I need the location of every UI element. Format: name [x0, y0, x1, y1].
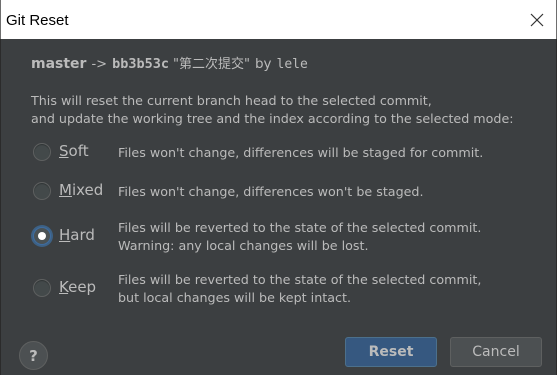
description-line-2: and update the working tree and the inde…	[31, 111, 514, 126]
help-button[interactable]: ?	[19, 341, 48, 370]
option-soft-description: Files won't change, differences will be …	[118, 145, 484, 160]
option-keep[interactable]: Keep Files will be reverted to the state…	[31, 272, 551, 312]
dialog-content: master -> bb3b53c "第二次提交" by lele This w…	[0, 39, 557, 375]
option-mixed-description: Files won't change, differences won't be…	[118, 184, 424, 199]
title-bar: Git Reset	[0, 0, 557, 39]
option-keep-mnemonic: K	[59, 278, 69, 296]
reset-button[interactable]: Reset	[345, 337, 437, 367]
option-hard-label[interactable]: Hard	[59, 226, 95, 244]
dialog-title: Git Reset	[6, 12, 69, 29]
option-hard-label-rest: ard	[70, 226, 95, 244]
option-soft-label-rest: oft	[68, 142, 89, 160]
commit-message: "第二次提交"	[172, 57, 250, 72]
option-soft-label[interactable]: Soft	[59, 142, 89, 160]
option-hard-description-line-2: Warning: any local changes will be lost.	[118, 238, 369, 253]
option-hard-description: Files will be reverted to the state of t…	[118, 219, 481, 255]
close-icon	[530, 13, 544, 27]
radio-hard[interactable]	[33, 227, 51, 245]
close-button[interactable]	[526, 9, 548, 31]
cancel-button[interactable]: Cancel	[450, 337, 542, 367]
radio-keep[interactable]	[33, 279, 51, 297]
option-keep-description-line-2: but local changes will be kept intact.	[118, 290, 351, 305]
option-keep-label-rest: eep	[68, 278, 97, 296]
arrow-text: ->	[91, 57, 108, 72]
option-keep-description: Files will be reverted to the state of t…	[118, 271, 481, 307]
option-mixed-label[interactable]: Mixed	[59, 181, 103, 199]
option-hard-description-line-1: Files will be reverted to the state of t…	[118, 220, 482, 235]
option-soft-mnemonic: S	[59, 142, 69, 160]
description-line-1: This will reset the current branch head …	[31, 93, 432, 108]
reset-description: This will reset the current branch head …	[31, 92, 551, 128]
option-hard-mnemonic: H	[59, 226, 71, 244]
option-soft[interactable]: Soft Files won't change, differences wil…	[31, 142, 551, 182]
option-mixed-label-rest: ixed	[71, 181, 104, 199]
option-mixed-mnemonic: M	[59, 181, 72, 199]
commit-hash: bb3b53c	[112, 56, 169, 72]
option-keep-description-line-1: Files will be reverted to the state of t…	[118, 272, 482, 287]
branch-name: master	[31, 56, 87, 72]
radio-soft[interactable]	[33, 143, 51, 161]
commit-summary: master -> bb3b53c "第二次提交" by lele	[31, 53, 323, 73]
help-icon: ?	[29, 346, 38, 365]
by-text: by	[254, 56, 272, 72]
radio-mixed[interactable]	[33, 182, 51, 200]
option-hard[interactable]: Hard Files will be reverted to the state…	[31, 220, 551, 260]
option-mixed[interactable]: Mixed Files won't change, differences wo…	[31, 181, 551, 221]
option-keep-label[interactable]: Keep	[59, 278, 96, 296]
commit-author: lele	[276, 57, 308, 72]
